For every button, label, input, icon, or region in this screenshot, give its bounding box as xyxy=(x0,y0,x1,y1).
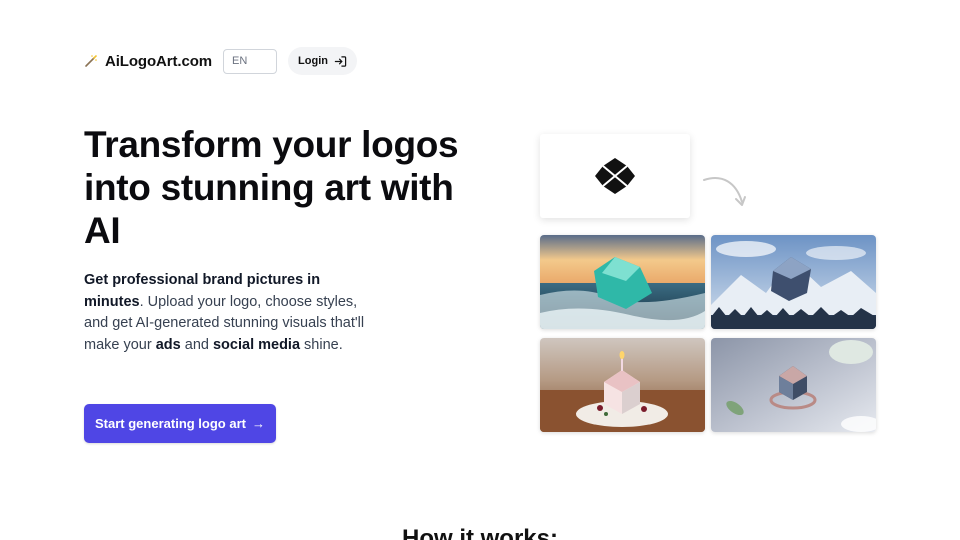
cake-candle-logo-art[interactable] xyxy=(540,338,705,432)
mountain-image xyxy=(711,235,876,329)
start-generating-button[interactable]: Start generating logo art → xyxy=(84,404,276,443)
cta-label: Start generating logo art xyxy=(95,416,246,431)
diamond-logo xyxy=(595,158,635,194)
brand-name: AiLogoArt.com xyxy=(105,52,213,70)
curved-arrow-icon xyxy=(703,177,746,206)
ocean-wave-image xyxy=(540,235,705,329)
navbar: AiLogoArt.com Login xyxy=(84,47,357,75)
ring-image xyxy=(711,338,876,432)
magic-wand-icon xyxy=(85,55,97,67)
ocean-wave-logo-art[interactable] xyxy=(540,235,705,329)
crystal-ring-logo-art[interactable] xyxy=(711,338,876,432)
hero-description: Get professional brand pictures in minut… xyxy=(84,270,374,356)
login-label: Login xyxy=(298,55,328,67)
cake-image xyxy=(540,338,705,432)
how-it-works-heading: How it works: xyxy=(401,525,558,540)
desc-text-3: shine. xyxy=(300,336,343,353)
brand-link[interactable]: AiLogoArt.com xyxy=(84,53,212,70)
desc-text-2: and xyxy=(180,336,213,353)
snowy-mountain-logo-art[interactable] xyxy=(711,235,876,329)
language-field[interactable] xyxy=(223,48,278,74)
login-button[interactable]: Login xyxy=(288,47,357,75)
desc-bold-ads: ads xyxy=(155,336,181,353)
sign-in-icon xyxy=(334,55,347,67)
desc-bold-social: social media xyxy=(212,336,301,353)
source-logo-card xyxy=(540,134,690,218)
hero-title: Transform your logos into stunning art w… xyxy=(84,124,459,251)
arrow-right-icon: → xyxy=(251,416,265,431)
